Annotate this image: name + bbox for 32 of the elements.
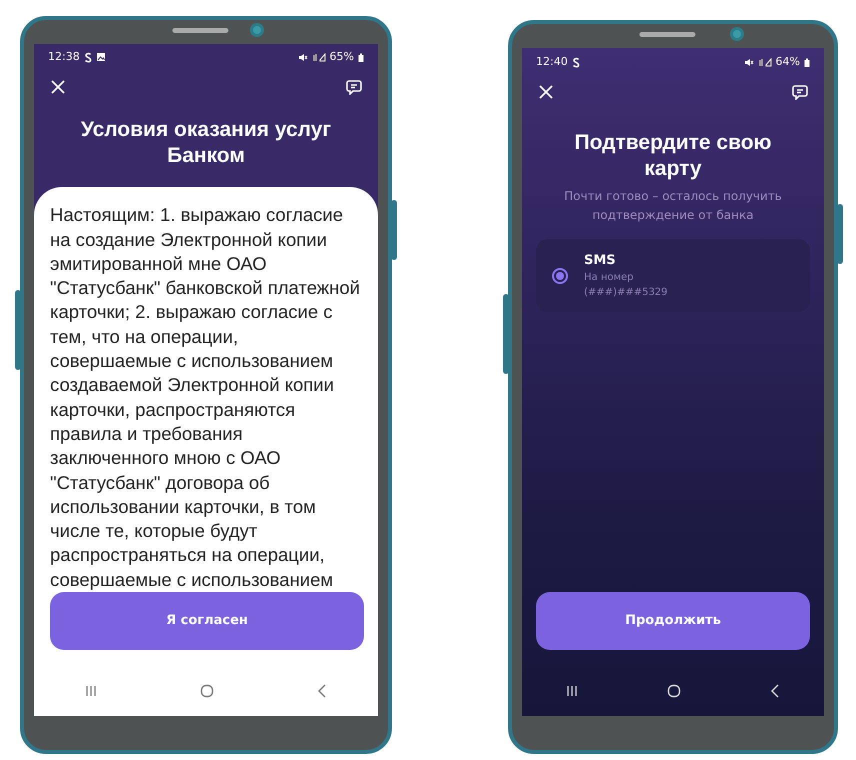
screen-title: Подтвердите свою карту bbox=[574, 130, 772, 182]
option-title: SMS bbox=[584, 252, 617, 270]
battery-icon bbox=[804, 58, 810, 66]
signal-icon bbox=[312, 52, 326, 62]
camera-icon bbox=[250, 23, 264, 37]
radio-button[interactable] bbox=[552, 268, 568, 284]
option-card[interactable]: SMS На номер (###)###5329 bbox=[536, 238, 810, 312]
chat-icon[interactable] bbox=[792, 84, 808, 100]
mute-icon bbox=[744, 58, 754, 66]
terms-text: Настоящим: 1. выражаю согласие на создание Электронной копии эмитированной мне ОАО "Статусбанк" банковской платежной карточки; 2. выражаю согласие с тем, что на операции, совершаемые с использованием создаваемой Электронной копии карточки, распространяются правила и требования заключенного мною с ОАО "Статусбанк" договора об использовании карточки, в том числе те, которые будут распространяться на операции, совершаемые с использованием bbox=[50, 203, 361, 592]
continue-button[interactable]: Продолжить bbox=[536, 592, 810, 650]
close-icon[interactable] bbox=[50, 78, 66, 95]
agree-button[interactable]: Я согласен bbox=[50, 592, 364, 650]
chat-icon[interactable] bbox=[346, 78, 362, 95]
notification-icon bbox=[572, 56, 580, 68]
image-icon bbox=[96, 52, 106, 62]
screen-title: Условия оказания услуг Банком bbox=[80, 116, 332, 169]
signal-icon bbox=[758, 58, 772, 66]
close-icon[interactable] bbox=[538, 84, 554, 100]
camera-icon bbox=[730, 27, 744, 41]
speaker-slot bbox=[172, 28, 228, 33]
option-label: На номер bbox=[584, 271, 635, 286]
mute-icon bbox=[298, 52, 308, 62]
battery-level: 65% bbox=[330, 49, 354, 66]
phone-number: (###)###5329 bbox=[584, 286, 668, 300]
screen-subtitle: Почти готово – осталось получить подтверждение от банка bbox=[563, 188, 783, 224]
battery-level: 64% bbox=[776, 54, 800, 70]
speaker-slot bbox=[639, 32, 696, 37]
status-time: 12:40 bbox=[536, 54, 568, 70]
status-time: 12:38 bbox=[48, 49, 80, 66]
notification-icon bbox=[84, 52, 92, 63]
battery-icon bbox=[358, 52, 364, 62]
